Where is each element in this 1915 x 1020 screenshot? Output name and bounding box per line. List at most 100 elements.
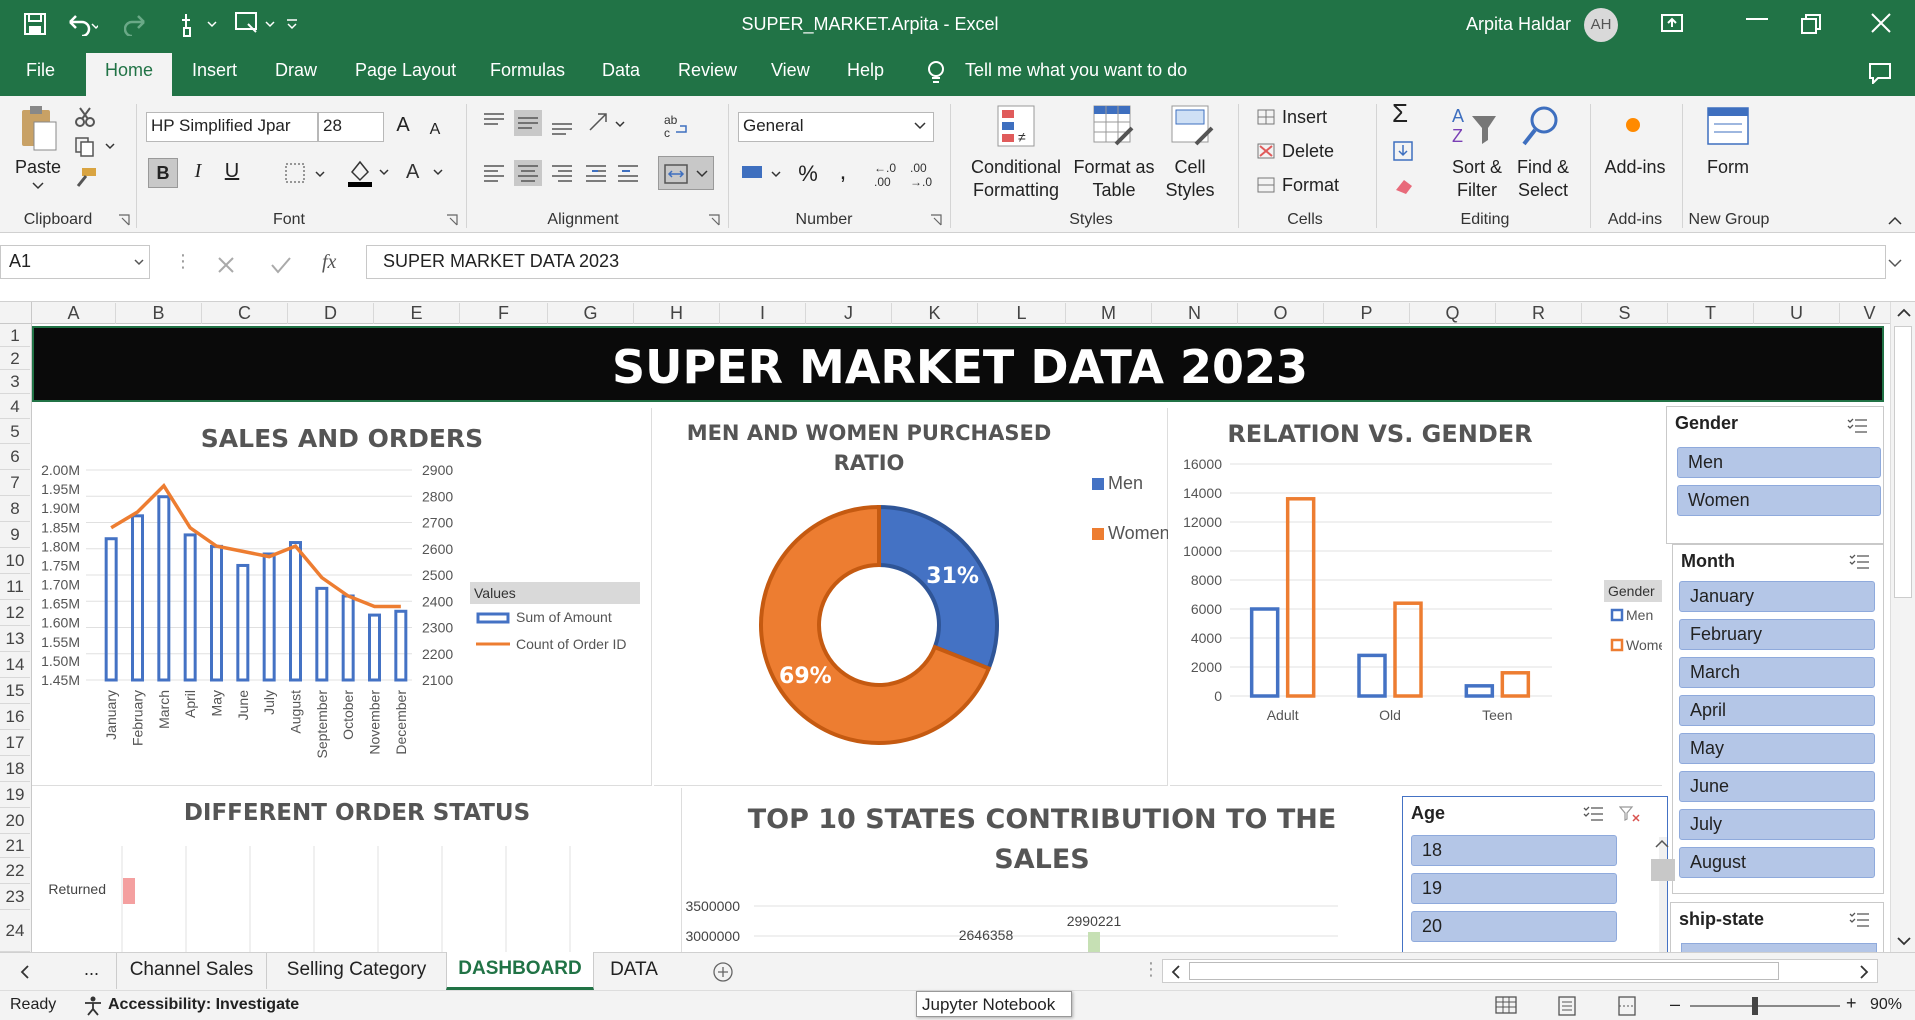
- column-header-R[interactable]: R: [1496, 303, 1582, 324]
- month-slicer-item-april[interactable]: April: [1679, 695, 1875, 726]
- ship-state-slicer[interactable]: ship-state: [1670, 902, 1884, 952]
- row-header-16[interactable]: 16: [0, 704, 30, 730]
- user-name[interactable]: Arpita Haldar: [1466, 14, 1571, 35]
- column-header-H[interactable]: H: [634, 303, 720, 324]
- expand-formula-bar-icon[interactable]: [1888, 259, 1902, 269]
- column-header-I[interactable]: I: [720, 303, 806, 324]
- row-header-13[interactable]: 13: [0, 626, 30, 652]
- italic-button[interactable]: I: [186, 160, 210, 183]
- delete-cells-button[interactable]: Delete: [1282, 140, 1334, 163]
- dialog-launcher-icon[interactable]: [708, 214, 720, 226]
- row-header-1[interactable]: 1: [0, 324, 30, 347]
- gender-slicer-item-women[interactable]: Women: [1677, 485, 1881, 516]
- insert-function-icon[interactable]: fx: [322, 251, 336, 274]
- tab-channel-sales[interactable]: Channel Sales: [116, 953, 266, 989]
- row-header-9[interactable]: 9: [0, 522, 30, 548]
- horizontal-align-icons[interactable]: [480, 158, 640, 188]
- addins-button[interactable]: Add-ins: [1600, 156, 1670, 179]
- relation-gender-chart-panel[interactable]: RELATION VS. GENDER 16000 14000 12000 10000…: [1170, 408, 1662, 786]
- dialog-launcher-icon[interactable]: [930, 214, 942, 226]
- row-header-12[interactable]: 12: [0, 600, 30, 626]
- add-sheet-icon[interactable]: [712, 961, 734, 983]
- ship-state-slicer-item[interactable]: [1681, 943, 1877, 952]
- paste-button[interactable]: Paste: [8, 156, 68, 179]
- tab-more[interactable]: ...: [84, 959, 99, 980]
- chevron-down-icon[interactable]: [914, 122, 926, 130]
- tab-file[interactable]: File: [26, 60, 55, 81]
- minimize-icon[interactable]: [1746, 18, 1768, 22]
- scroll-up-icon[interactable]: [1897, 308, 1911, 318]
- column-header-P[interactable]: P: [1324, 303, 1410, 324]
- chevron-down-icon[interactable]: [134, 259, 144, 267]
- column-header-Q[interactable]: Q: [1410, 303, 1496, 324]
- scroll-tabs-left-icon[interactable]: [20, 965, 30, 979]
- tab-home[interactable]: Home: [86, 53, 172, 96]
- row-header-8[interactable]: 8: [0, 496, 30, 522]
- name-box[interactable]: A1: [0, 245, 150, 279]
- column-header-O[interactable]: O: [1238, 303, 1324, 324]
- close-icon[interactable]: [1870, 12, 1892, 34]
- column-header-N[interactable]: N: [1152, 303, 1238, 324]
- tab-draw[interactable]: Draw: [275, 60, 317, 81]
- age-slicer-item-20[interactable]: 20: [1411, 911, 1617, 942]
- column-header-T[interactable]: T: [1668, 303, 1754, 324]
- scroll-down-icon[interactable]: [1897, 936, 1911, 946]
- row-header-15[interactable]: 15: [0, 678, 30, 704]
- zoom-out-button[interactable]: –: [1670, 994, 1680, 1015]
- sort-filter-button[interactable]: Sort & Filter: [1442, 156, 1512, 202]
- zoom-level[interactable]: 90%: [1870, 996, 1902, 1014]
- row-header-11[interactable]: 11: [0, 574, 30, 600]
- row-header-23[interactable]: 23: [0, 884, 30, 910]
- column-header-U[interactable]: U: [1754, 303, 1840, 324]
- gender-slicer[interactable]: Gender Men Women: [1666, 406, 1884, 544]
- restore-icon[interactable]: [1800, 13, 1822, 35]
- row-header-2[interactable]: 2: [0, 347, 30, 370]
- zoom-in-button[interactable]: +: [1846, 993, 1857, 1014]
- row-header-6[interactable]: 6: [0, 444, 30, 470]
- accessibility-status[interactable]: Accessibility: Investigate: [108, 996, 299, 1014]
- form-button[interactable]: Form: [1694, 156, 1762, 179]
- fill-color-icon[interactable]: [346, 158, 392, 188]
- bold-button[interactable]: B: [148, 158, 178, 188]
- screen-icon[interactable]: [234, 10, 278, 38]
- order-status-chart-panel[interactable]: DIFFERENT ORDER STATUS Returned: [32, 788, 682, 952]
- dialog-launcher-icon[interactable]: [446, 214, 458, 226]
- page-break-view-icon[interactable]: [1616, 995, 1638, 1017]
- month-slicer-item-june[interactable]: June: [1679, 771, 1875, 802]
- tab-review[interactable]: Review: [678, 60, 737, 81]
- format-cells-button[interactable]: Format: [1282, 174, 1339, 197]
- horizontal-scrollbar[interactable]: [1162, 959, 1878, 983]
- wrap-text-icon[interactable]: abc: [662, 112, 690, 140]
- column-header-L[interactable]: L: [978, 303, 1066, 324]
- row-header-17[interactable]: 17: [0, 730, 30, 756]
- row-header-3[interactable]: 3: [0, 370, 30, 394]
- tab-view[interactable]: View: [771, 60, 810, 81]
- row-header-19[interactable]: 19: [0, 782, 30, 808]
- font-color-icon[interactable]: A: [404, 158, 446, 188]
- row-header-4[interactable]: 4: [0, 394, 30, 419]
- tab-insert[interactable]: Insert: [192, 60, 237, 81]
- row-header-18[interactable]: 18: [0, 756, 30, 782]
- vertical-align-icons[interactable]: [480, 110, 590, 138]
- row-header-24[interactable]: 24: [0, 910, 30, 952]
- age-slicer[interactable]: Age 18 19 20: [1402, 796, 1675, 952]
- scroll-thumb[interactable]: [1894, 326, 1912, 598]
- column-header-G[interactable]: G: [548, 303, 634, 324]
- format-painter-icon[interactable]: [74, 166, 98, 188]
- column-header-A[interactable]: A: [32, 303, 116, 324]
- fill-icon[interactable]: [1392, 140, 1414, 162]
- clear-icon[interactable]: [1392, 174, 1414, 196]
- row-header-5[interactable]: 5: [0, 419, 30, 444]
- tab-formulas[interactable]: Formulas: [490, 60, 565, 81]
- column-header-S[interactable]: S: [1582, 303, 1668, 324]
- save-icon[interactable]: [24, 13, 46, 35]
- find-select-button[interactable]: Find & Select: [1510, 156, 1576, 202]
- tab-help[interactable]: Help: [847, 60, 884, 81]
- cut-icon[interactable]: [74, 106, 96, 128]
- column-header-C[interactable]: C: [202, 303, 288, 324]
- comments-icon[interactable]: [1868, 62, 1892, 84]
- touch-mode-icon[interactable]: [178, 10, 220, 38]
- row-header-14[interactable]: 14: [0, 652, 30, 678]
- row-header-10[interactable]: 10: [0, 548, 30, 574]
- column-header-M[interactable]: M: [1066, 303, 1152, 324]
